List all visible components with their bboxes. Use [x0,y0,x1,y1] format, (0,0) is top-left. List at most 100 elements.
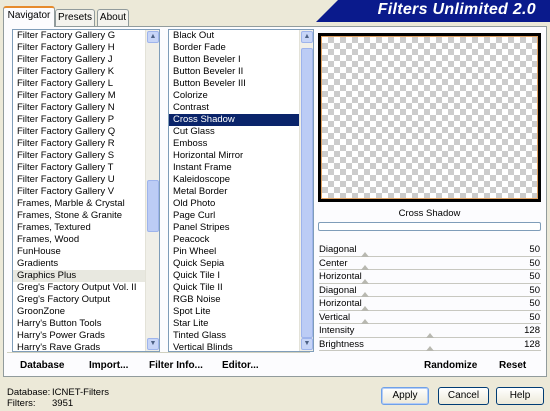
category-item[interactable]: Frames, Textured [13,222,145,234]
import-button[interactable]: Import... [89,360,128,371]
help-button[interactable]: Help [496,387,544,405]
reset-button[interactable]: Reset [499,360,526,371]
slider-row[interactable]: Center 50 [316,257,544,270]
parameter-sliders: Diagonal 50 Center 50 Horizontal 50 Diagonal 50… [316,243,544,351]
category-item[interactable]: Graphics Plus [13,270,145,282]
category-item[interactable]: Filter Factory Gallery S [13,150,145,162]
tab-navigator[interactable]: Navigator [3,6,55,27]
category-item[interactable]: Filter Factory Gallery Q [13,126,145,138]
scroll-down-arrow-icon[interactable]: ▼ [147,338,159,350]
title-banner: Filters Unlimited 2.0 [316,0,550,22]
category-scrollbar[interactable]: ▲ ▼ [145,30,159,351]
slider-value: 50 [529,311,540,323]
database-label: Database: [7,387,51,398]
category-item[interactable]: Filter Factory Gallery V [13,186,145,198]
filter-item[interactable]: Page Curl [169,210,299,222]
filter-item[interactable]: Star Lite [169,318,299,330]
category-item[interactable]: Greg's Factory Output [13,294,145,306]
tab-about[interactable]: About [97,9,129,26]
filter-item[interactable]: Metal Border [169,186,299,198]
slider-thumb-icon[interactable] [425,346,434,351]
filter-item[interactable]: Spot Lite [169,306,299,318]
category-item[interactable]: Filter Factory Gallery N [13,102,145,114]
database-button[interactable]: Database [20,360,64,371]
category-item[interactable]: Harry's Rave Grads [13,342,145,351]
filter-item[interactable]: Black Out [169,30,299,42]
cancel-button[interactable]: Cancel [438,387,489,405]
filter-item[interactable]: Panel Stripes [169,222,299,234]
slider-row[interactable]: Brightness 128 [316,338,544,351]
filter-item[interactable]: Contrast [169,102,299,114]
randomize-button[interactable]: Randomize [424,360,477,371]
slider-value: 50 [529,257,540,269]
category-item[interactable]: Filter Factory Gallery K [13,66,145,78]
slider-label: Center [319,257,348,269]
category-item[interactable]: Filter Factory Gallery T [13,162,145,174]
filter-items: Black Out Border Fade Button Beveler I Butt… [169,30,299,351]
filter-item[interactable]: Instant Frame [169,162,299,174]
slider-value: 50 [529,271,540,282]
scroll-up-arrow-icon[interactable]: ▲ [301,31,313,43]
filter-item[interactable]: Emboss [169,138,299,150]
scroll-down-arrow-icon[interactable]: ▼ [301,338,313,350]
filter-item[interactable]: Tinted Glass [169,330,299,342]
category-items: Filter Factory Gallery G Filter Factory G… [13,30,145,351]
scroll-up-arrow-icon[interactable]: ▲ [147,31,159,43]
filter-item[interactable]: Pin Wheel [169,246,299,258]
slider-label: Brightness [319,338,364,350]
filter-item[interactable]: Vertical Blinds [169,342,299,351]
filter-item[interactable]: Quick Tile I [169,270,299,282]
slider-row[interactable]: Diagonal 50 [316,284,544,297]
category-item[interactable]: Filter Factory Gallery J [13,54,145,66]
app-title: Filters Unlimited 2.0 [377,1,536,18]
filter-item[interactable]: Cut Glass [169,126,299,138]
category-item[interactable]: Filter Factory Gallery M [13,90,145,102]
scroll-thumb[interactable] [147,180,159,232]
filter-item[interactable]: Kaleidoscope [169,174,299,186]
category-item[interactable]: Filter Factory Gallery R [13,138,145,150]
category-item[interactable]: Gradients [13,258,145,270]
filter-item[interactable]: RGB Noise [169,294,299,306]
filter-item[interactable]: Quick Sepia [169,258,299,270]
filter-item[interactable]: Peacock [169,234,299,246]
category-item[interactable]: Frames, Wood [13,234,145,246]
category-item[interactable]: Frames, Stone & Granite [13,210,145,222]
filter-scrollbar[interactable]: ▲ ▼ [299,30,313,351]
filter-item[interactable]: Button Beveler III [169,78,299,90]
apply-button[interactable]: Apply [381,387,429,405]
category-item[interactable]: Filter Factory Gallery U [13,174,145,186]
filter-item[interactable]: Old Photo [169,198,299,210]
slider-row[interactable]: Intensity 128 [316,324,544,338]
slider-row[interactable]: Horizontal 50 [316,270,544,284]
slider-label: Horizontal [319,298,362,309]
scroll-thumb[interactable] [301,48,313,338]
category-item[interactable]: Filter Factory Gallery P [13,114,145,126]
category-item[interactable]: Filter Factory Gallery L [13,78,145,90]
divider [7,352,310,353]
slider-row[interactable]: Horizontal 50 [316,297,544,311]
category-list[interactable]: Filter Factory Gallery G Filter Factory G… [12,29,160,352]
editor-button[interactable]: Editor... [222,360,259,371]
slider-row[interactable]: Vertical 50 [316,311,544,324]
category-item[interactable]: GroonZone [13,306,145,318]
category-item[interactable]: Filter Factory Gallery H [13,42,145,54]
filter-item[interactable]: Horizontal Mirror [169,150,299,162]
slider-row[interactable]: Diagonal 50 [316,243,544,257]
filter-item[interactable]: Button Beveler I [169,54,299,66]
filter-item[interactable]: Button Beveler II [169,66,299,78]
category-item[interactable]: Harry's Button Tools [13,318,145,330]
filter-info-button[interactable]: Filter Info... [149,360,203,371]
category-item[interactable]: Greg's Factory Output Vol. II [13,282,145,294]
category-item[interactable]: Harry's Power Grads [13,330,145,342]
filter-list[interactable]: Black Out Border Fade Button Beveler I Butt… [168,29,314,352]
category-item[interactable]: Filter Factory Gallery G [13,30,145,42]
preview-canvas[interactable] [321,36,538,199]
category-item[interactable]: FunHouse [13,246,145,258]
filter-item[interactable]: Cross Shadow [169,114,299,126]
filters-label: Filters: [7,398,36,409]
filter-item[interactable]: Border Fade [169,42,299,54]
category-item[interactable]: Frames, Marble & Crystal [13,198,145,210]
filter-item[interactable]: Quick Tile II [169,282,299,294]
filter-item[interactable]: Colorize [169,90,299,102]
tab-presets[interactable]: Presets [55,9,95,26]
